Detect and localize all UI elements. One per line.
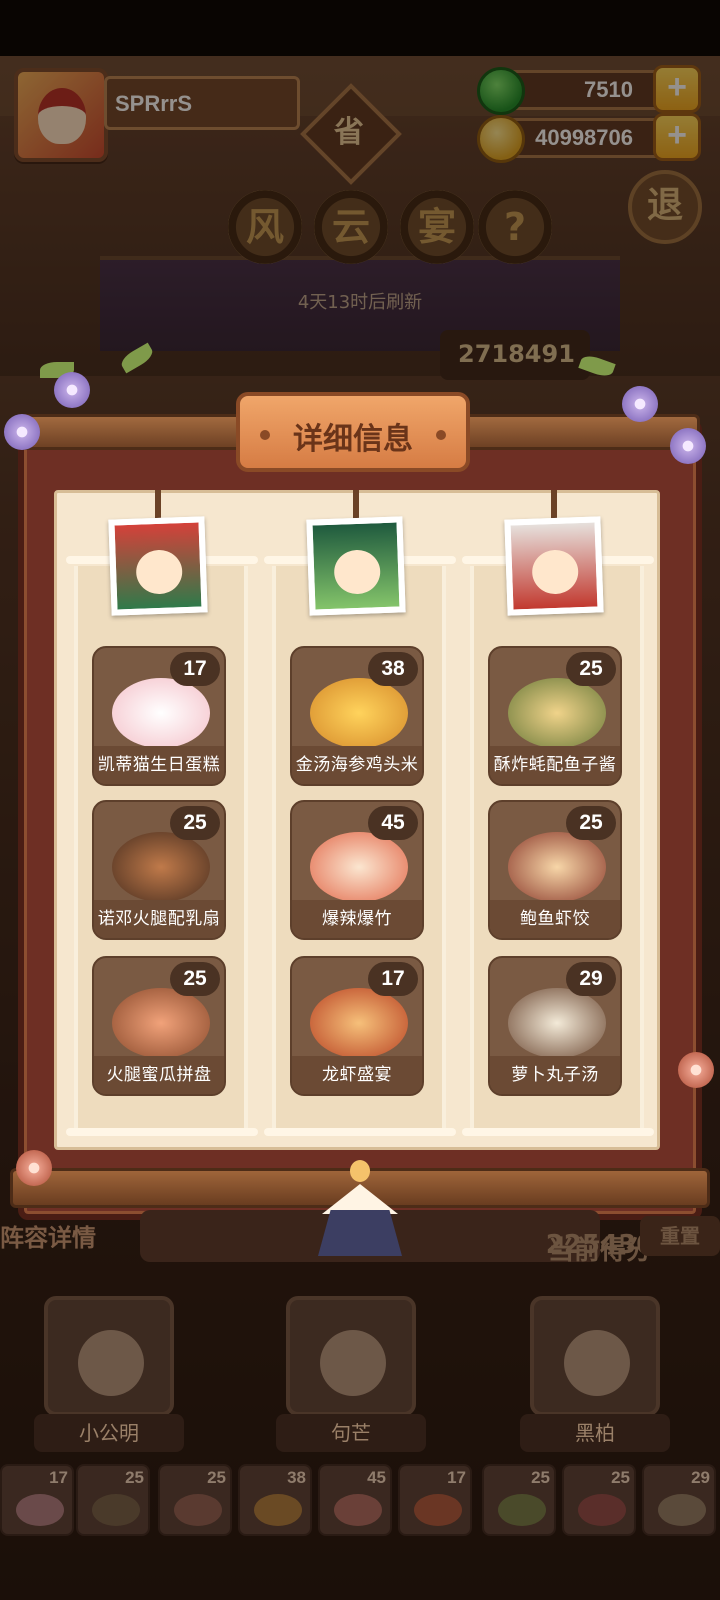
dish-tile-count: 25: [125, 1468, 144, 1487]
dish-tile-count: 17: [49, 1468, 68, 1487]
tassel-knot: [350, 1160, 370, 1182]
hero-portrait-3: [504, 516, 604, 616]
team-hero-face: [78, 1330, 144, 1396]
column-rod: [66, 1128, 258, 1136]
dish-name: 鲍鱼虾饺: [490, 900, 620, 938]
dish-tile-image: [16, 1494, 64, 1526]
dish-tile[interactable]: 45: [318, 1464, 392, 1536]
dish-name: 火腿蜜瓜拼盘: [94, 1056, 224, 1094]
team-hero-name: 句芒: [276, 1414, 426, 1452]
dish-tile-count: 25: [531, 1468, 550, 1487]
team-hero-name: 小公明: [34, 1414, 184, 1452]
dish-image: [310, 988, 408, 1058]
dish-card[interactable]: 17 龙虾盛宴: [290, 956, 424, 1096]
title-dot-right: [436, 430, 446, 440]
column-rod: [264, 1128, 456, 1136]
dish-name: 金汤海参鸡头米: [292, 746, 422, 784]
hero-portrait-1: [108, 516, 208, 616]
dish-card[interactable]: 25 鲍鱼虾饺: [488, 800, 622, 940]
dish-count: 25: [566, 652, 616, 686]
flower-decoration: [622, 386, 658, 422]
dish-name: 酥炸蚝配鱼子酱: [490, 746, 620, 784]
dish-tile-count: 45: [367, 1468, 386, 1487]
team-hero-name: 黑柏: [520, 1414, 670, 1452]
dish-name: 龙虾盛宴: [292, 1056, 422, 1094]
dish-name: 诺邓火腿配乳扇: [94, 900, 224, 938]
dish-tile-image: [174, 1494, 222, 1526]
flower-decoration: [54, 372, 90, 408]
reset-button[interactable]: 重置: [640, 1216, 720, 1256]
dish-count: 45: [368, 806, 418, 840]
dish-image: [112, 832, 210, 902]
dish-tile[interactable]: 25: [482, 1464, 556, 1536]
dish-card[interactable]: 17 凯蒂猫生日蛋糕: [92, 646, 226, 786]
dish-image: [508, 988, 606, 1058]
dish-name: 萝卜丸子汤: [490, 1056, 620, 1094]
dish-tile-image: [254, 1494, 302, 1526]
dish-tile-count: 25: [207, 1468, 226, 1487]
dish-count: 25: [170, 806, 220, 840]
dish-tile[interactable]: 17: [398, 1464, 472, 1536]
dish-count: 25: [566, 806, 616, 840]
dish-count: 17: [170, 652, 220, 686]
team-hero-3[interactable]: [530, 1296, 660, 1416]
dish-tile-image: [92, 1494, 140, 1526]
flower-decoration: [670, 428, 706, 464]
tassel-skirt: [318, 1210, 402, 1256]
dish-card[interactable]: 25 诺邓火腿配乳扇: [92, 800, 226, 940]
panel-title: 详细信息: [293, 422, 413, 457]
tassel-ornament: [318, 1160, 402, 1260]
dish-tile[interactable]: 17: [0, 1464, 74, 1536]
dish-tile-image: [498, 1494, 546, 1526]
dish-image: [112, 988, 210, 1058]
dish-count: 17: [368, 962, 418, 996]
dish-count: 29: [566, 962, 616, 996]
dish-card[interactable]: 25 酥炸蚝配鱼子酱: [488, 646, 622, 786]
tassel-top: [322, 1184, 398, 1214]
dish-tile-image: [578, 1494, 626, 1526]
dish-tile[interactable]: 29: [642, 1464, 716, 1536]
flower-decoration: [16, 1150, 52, 1186]
dish-name: 爆辣爆竹: [292, 900, 422, 938]
column-rod: [462, 1128, 654, 1136]
dish-tile[interactable]: 25: [158, 1464, 232, 1536]
dish-tile[interactable]: 25: [562, 1464, 636, 1536]
dish-image: [508, 832, 606, 902]
dish-card[interactable]: 25 火腿蜜瓜拼盘: [92, 956, 226, 1096]
dish-tile-image: [414, 1494, 462, 1526]
dish-tile-image: [658, 1494, 706, 1526]
dish-tile[interactable]: 25: [76, 1464, 150, 1536]
dish-card[interactable]: 38 金汤海参鸡头米: [290, 646, 424, 786]
dish-image: [310, 832, 408, 902]
team-hero-face: [564, 1330, 630, 1396]
dish-image: [112, 678, 210, 748]
lineup-details-label[interactable]: 阵容详情: [0, 1218, 96, 1258]
dish-count: 38: [368, 652, 418, 686]
team-hero-1[interactable]: [44, 1296, 174, 1416]
dish-tile[interactable]: 38: [238, 1464, 312, 1536]
team-hero-face: [320, 1330, 386, 1396]
panel-title-plate: 详细信息: [236, 392, 470, 472]
dish-tile-count: 38: [287, 1468, 306, 1487]
flower-decoration: [678, 1052, 714, 1088]
dish-tile-image: [334, 1494, 382, 1526]
dish-tile-count: 17: [447, 1468, 466, 1487]
dish-name: 凯蒂猫生日蛋糕: [94, 746, 224, 784]
dish-image: [310, 678, 408, 748]
flower-decoration: [4, 414, 40, 450]
dish-tile-count: 25: [611, 1468, 630, 1487]
dish-image: [508, 678, 606, 748]
dish-count: 25: [170, 962, 220, 996]
dish-tile-count: 29: [691, 1468, 710, 1487]
dish-card[interactable]: 45 爆辣爆竹: [290, 800, 424, 940]
dish-card[interactable]: 29 萝卜丸子汤: [488, 956, 622, 1096]
hero-portrait-2: [306, 516, 406, 616]
team-hero-2[interactable]: [286, 1296, 416, 1416]
